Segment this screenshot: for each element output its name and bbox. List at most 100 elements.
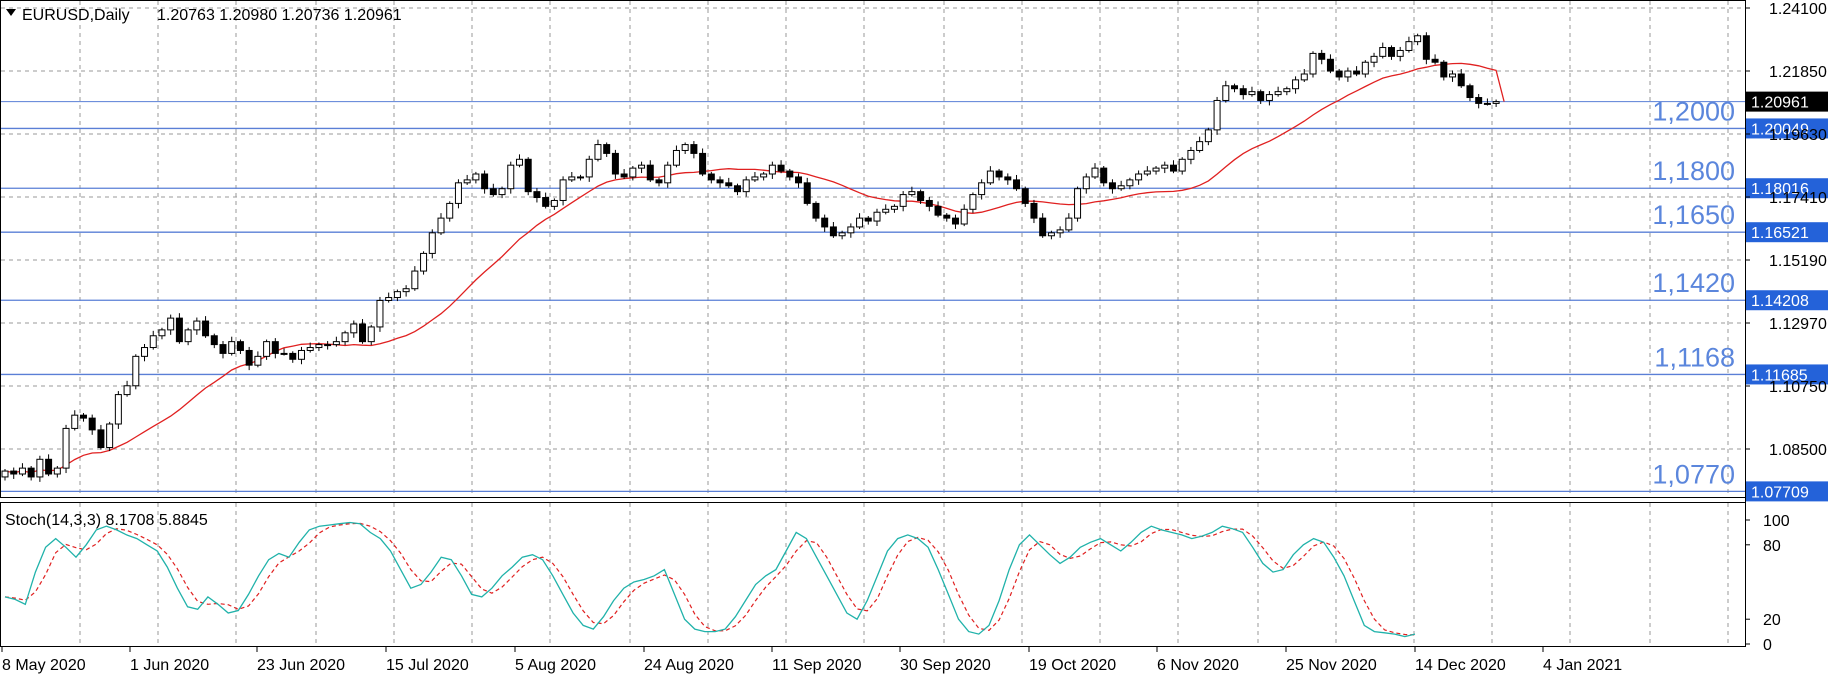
- symbol-label: EURUSD,Daily: [22, 7, 130, 24]
- candle-down: [733, 185, 741, 193]
- candle-up: [71, 414, 79, 429]
- candle-up: [1370, 55, 1378, 63]
- candle-down: [725, 182, 733, 187]
- candle-down: [27, 467, 35, 478]
- price-tick-label: 1.10750: [1769, 379, 1827, 396]
- candle-up: [158, 329, 166, 337]
- candle-up: [1222, 85, 1230, 101]
- candle-up: [908, 191, 916, 196]
- stoch-signal-line: [4, 522, 1416, 636]
- candle-down: [1422, 35, 1430, 60]
- price-chart[interactable]: EURUSD,Daily 1.20763 1.20980 1.20736 1.2…: [0, 0, 1828, 678]
- candle-up: [411, 270, 419, 290]
- candle-up: [1143, 170, 1151, 175]
- level-price-tag-text: 1.07709: [1751, 484, 1809, 501]
- candle-down: [925, 199, 933, 207]
- candle-down: [1021, 188, 1029, 204]
- candle-up: [882, 208, 890, 213]
- candle-up: [437, 217, 445, 234]
- candle-up: [228, 341, 236, 354]
- candle-up: [638, 164, 646, 169]
- candle-up: [1361, 61, 1369, 75]
- price-tick-label: 1.17410: [1769, 190, 1827, 207]
- candle-up: [367, 326, 375, 343]
- candle-down: [699, 152, 707, 175]
- candle-down: [245, 349, 253, 366]
- candle-down: [777, 164, 785, 172]
- candle-down: [934, 205, 942, 216]
- level-text: 1,1168: [1654, 342, 1735, 372]
- stoch-tick-label: 0: [1763, 637, 1772, 654]
- candle-down: [1100, 167, 1108, 184]
- candle-up: [315, 344, 323, 349]
- candle-down: [1039, 217, 1047, 237]
- candle-down: [175, 317, 183, 343]
- menu-triangle-icon[interactable]: [6, 9, 16, 16]
- level-text: 1,1650: [1652, 200, 1735, 230]
- candle-up: [1492, 101, 1500, 104]
- date-label: 19 Oct 2020: [1029, 657, 1116, 674]
- candle-up: [114, 394, 122, 425]
- candle-up: [986, 170, 994, 184]
- candle-up: [1265, 94, 1273, 101]
- candle-up: [1126, 179, 1134, 187]
- candle-down: [1169, 164, 1177, 172]
- candle-up: [1, 470, 9, 478]
- candle-up: [751, 176, 759, 181]
- candle-up: [960, 208, 968, 225]
- main-pane-border: [0, 0, 1746, 498]
- candle-up: [1161, 164, 1169, 169]
- candle-up: [498, 188, 506, 196]
- candle-down: [1231, 85, 1239, 90]
- candle-up: [376, 299, 384, 328]
- candle-up: [184, 329, 192, 343]
- price-tick-label: 1.15190: [1769, 253, 1827, 270]
- candle-up: [559, 179, 567, 201]
- candle-down: [943, 214, 951, 219]
- candle-down: [236, 341, 244, 351]
- date-label: 11 Sep 2020: [772, 657, 862, 674]
- candle-up: [1449, 73, 1457, 78]
- moving-average-line: [4, 62, 1505, 474]
- price-tick-label: 1.24100: [1769, 1, 1827, 18]
- candle-down: [1457, 73, 1465, 87]
- candle-down: [803, 182, 811, 204]
- candle-up: [123, 385, 131, 396]
- candle-up: [420, 252, 428, 272]
- candle-up: [1204, 129, 1212, 143]
- candle-down: [716, 179, 724, 184]
- candle-down: [786, 170, 794, 178]
- candle-up: [306, 347, 314, 351]
- candle-up: [1379, 47, 1387, 57]
- candle-up: [1283, 88, 1291, 93]
- stoch-pane-border: [0, 502, 1746, 647]
- candle-down: [829, 226, 837, 237]
- candle-up: [1091, 167, 1099, 178]
- candle-down: [1030, 202, 1038, 219]
- candle-down: [1431, 58, 1439, 63]
- candle-down: [1466, 85, 1474, 99]
- candle-up: [742, 179, 750, 193]
- candle-up: [1213, 99, 1221, 131]
- stoch-tick-label: 100: [1763, 513, 1790, 530]
- candle-up: [1196, 141, 1204, 151]
- candle-up: [428, 232, 436, 254]
- level-text: 1,0770: [1652, 459, 1735, 489]
- candle-up: [1117, 185, 1125, 190]
- candle-down: [611, 152, 619, 175]
- price-tick-label: 1.21850: [1769, 64, 1827, 81]
- grid: [1, 1, 1745, 646]
- candle-up: [446, 202, 454, 219]
- candle-down: [289, 352, 297, 360]
- candle-up: [515, 158, 523, 166]
- candle-up: [106, 423, 114, 449]
- candle-down: [219, 344, 227, 354]
- candle-up: [838, 232, 846, 237]
- candle-up: [472, 173, 480, 181]
- date-label: 8 May 2020: [2, 657, 86, 674]
- candle-up: [324, 344, 332, 347]
- candle-up: [463, 179, 471, 184]
- candle-down: [1318, 52, 1326, 60]
- level-price-tag-text: 1.16521: [1751, 225, 1809, 242]
- date-label: 23 Jun 2020: [257, 657, 345, 674]
